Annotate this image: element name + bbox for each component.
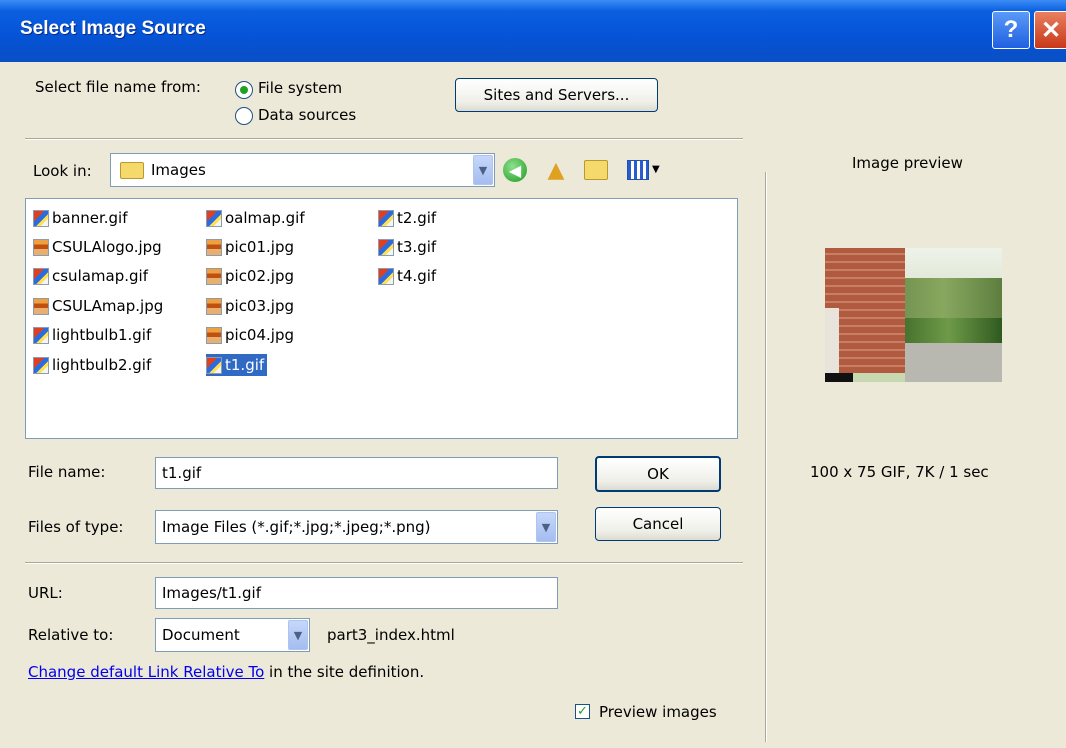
dialog-title: Select Image Source xyxy=(20,18,206,39)
change-default-link[interactable]: Change default Link Relative To xyxy=(28,663,264,681)
file-item[interactable]: pic03.jpg xyxy=(206,295,297,317)
file-item[interactable]: lightbulb2.gif xyxy=(33,354,154,376)
files-of-type-label: Files of type: xyxy=(28,518,124,536)
radio-data-sources-label: Data sources xyxy=(258,106,357,124)
chevron-down-icon: ▼ xyxy=(473,155,493,185)
file-item[interactable]: t4.gif xyxy=(378,265,439,287)
source-label: Select file name from: xyxy=(35,78,201,96)
change-default-suffix: in the site definition. xyxy=(264,663,425,681)
file-item[interactable]: CSULAmap.jpg xyxy=(33,295,166,317)
relative-to-label: Relative to: xyxy=(28,626,114,644)
file-item[interactable]: t2.gif xyxy=(378,207,439,229)
file-item-selected[interactable]: t1.gif xyxy=(206,354,268,376)
relative-to-value: Document xyxy=(162,626,240,644)
files-of-type-dropdown[interactable]: Image Files (*.gif;*.jpg;*.jpeg;*.png) ▼ xyxy=(155,510,558,544)
image-info-text: 100 x 75 GIF, 7K / 1 sec xyxy=(810,463,989,481)
gif-file-icon xyxy=(378,267,394,285)
jpg-file-icon xyxy=(206,297,222,315)
help-button[interactable]: ? xyxy=(992,11,1030,49)
gif-file-icon xyxy=(206,356,222,374)
preview-images-label: Preview images xyxy=(599,703,717,721)
file-item[interactable]: pic02.jpg xyxy=(206,265,297,287)
preview-divider xyxy=(765,172,767,742)
url-input[interactable]: Images/t1.gif xyxy=(155,577,558,609)
folder-icon xyxy=(120,162,144,179)
new-folder-icon[interactable] xyxy=(584,160,608,180)
relative-to-dropdown[interactable]: Document ▼ xyxy=(155,618,310,652)
gif-file-icon xyxy=(33,326,49,344)
look-in-dropdown[interactable]: Images ▼ xyxy=(110,153,495,187)
gif-file-icon xyxy=(378,238,394,256)
ok-button[interactable]: OK xyxy=(595,456,721,492)
sites-and-servers-button[interactable]: Sites and Servers... xyxy=(455,78,658,112)
back-icon[interactable]: ◀ xyxy=(503,158,527,182)
image-preview-thumbnail xyxy=(825,248,1002,382)
radio-file-system[interactable] xyxy=(235,81,253,99)
chevron-down-icon: ▼ xyxy=(536,512,556,542)
cancel-button[interactable]: Cancel xyxy=(595,507,721,541)
close-button[interactable]: ✕ xyxy=(1034,11,1066,49)
gif-file-icon xyxy=(378,209,394,227)
jpg-file-icon xyxy=(206,238,222,256)
url-label: URL: xyxy=(28,584,63,602)
divider-bottom xyxy=(25,562,743,564)
gif-file-icon xyxy=(33,209,49,227)
file-item[interactable]: banner.gif xyxy=(33,207,130,229)
file-item[interactable]: lightbulb1.gif xyxy=(33,324,154,346)
files-of-type-value: Image Files (*.gif;*.jpg;*.jpeg;*.png) xyxy=(162,518,431,536)
file-item[interactable]: CSULAlogo.jpg xyxy=(33,236,165,258)
radio-file-system-label: File system xyxy=(258,79,343,97)
file-name-input[interactable]: t1.gif xyxy=(155,457,558,489)
look-in-value: Images xyxy=(151,161,206,179)
chevron-down-icon: ▼ xyxy=(288,620,308,650)
image-preview-title: Image preview xyxy=(852,154,963,172)
gif-file-icon xyxy=(33,267,49,285)
radio-data-sources[interactable] xyxy=(235,107,253,125)
jpg-file-icon xyxy=(33,238,49,256)
divider-top xyxy=(25,138,743,140)
views-menu-icon[interactable] xyxy=(627,160,649,180)
jpg-file-icon xyxy=(206,267,222,285)
relative-file-name: part3_index.html xyxy=(327,626,455,644)
gif-file-icon xyxy=(33,356,49,374)
file-item[interactable]: csulamap.gif xyxy=(33,265,151,287)
change-default-text: Change default Link Relative To in the s… xyxy=(28,663,424,681)
file-item[interactable]: pic01.jpg xyxy=(206,236,297,258)
file-item[interactable]: pic04.jpg xyxy=(206,324,297,346)
file-item[interactable]: oalmap.gif xyxy=(206,207,308,229)
up-folder-icon[interactable]: ▲ xyxy=(543,157,569,183)
gif-file-icon xyxy=(206,209,222,227)
jpg-file-icon xyxy=(33,297,49,315)
look-in-label: Look in: xyxy=(33,162,92,180)
file-list[interactable]: banner.gif CSULAlogo.jpg csulamap.gif CS… xyxy=(25,198,738,439)
views-dropdown-icon[interactable]: ▼ xyxy=(652,164,660,175)
preview-images-checkbox[interactable]: ✓ xyxy=(575,704,590,719)
jpg-file-icon xyxy=(206,326,222,344)
file-name-label: File name: xyxy=(28,463,106,481)
file-item[interactable]: t3.gif xyxy=(378,236,439,258)
title-bar: Select Image Source ? ✕ xyxy=(0,0,1066,62)
